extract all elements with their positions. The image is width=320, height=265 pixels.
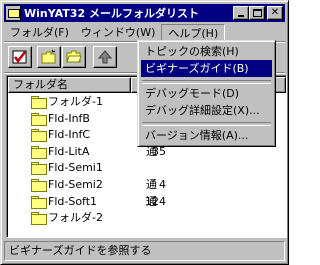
menu-bar: フォルダ(F) ウィンドウ(W) ヘルプ(H) <box>4 23 285 41</box>
new-folder-button[interactable] <box>37 46 61 68</box>
menu-item-debug-mode[interactable]: デバッグモード(D) <box>141 85 272 102</box>
maximize-icon <box>253 9 262 17</box>
folder-icon <box>31 96 47 109</box>
close-button[interactable]: ✕ <box>267 6 283 20</box>
folder-icon <box>31 162 47 176</box>
folder-icon <box>31 112 47 126</box>
folder-name: フォルダ-2 <box>48 211 103 225</box>
close-icon: ✕ <box>270 7 280 18</box>
folder-icon <box>31 145 47 159</box>
menu-help[interactable]: ヘルプ(H) <box>161 23 226 41</box>
message-unit: 通 <box>146 194 157 208</box>
check-button[interactable] <box>8 46 32 68</box>
check-mark-icon <box>12 50 27 64</box>
up-button[interactable] <box>93 46 117 68</box>
folder-name: Fld-LitA <box>48 144 90 158</box>
list-item[interactable]: Fld-Soft1 124 通 <box>8 193 286 210</box>
list-item[interactable]: Fld-Semi1 <box>8 159 286 176</box>
folder-name: Fld-InfC <box>48 128 91 142</box>
menu-window[interactable]: ウィンドウ(W) <box>75 24 161 41</box>
folder-icon <box>31 195 47 209</box>
folder-icon <box>31 178 47 192</box>
menu-item-version-info[interactable]: バージョン情報(A)... <box>141 127 272 144</box>
column-header-name[interactable]: フォルダ名 <box>8 77 131 93</box>
arrow-up-icon <box>97 50 113 64</box>
menu-separator <box>141 119 272 127</box>
folder-name: Fld-Semi2 <box>48 177 103 191</box>
message-unit: 通 <box>146 177 157 191</box>
menu-folder[interactable]: フォルダ(F) <box>4 24 75 41</box>
folder-name: Fld-Soft1 <box>48 194 98 208</box>
app-window: WinYAT32 メールフォルダリスト ✕ フォルダ(F) ウィンドウ(W) ヘ… <box>0 0 289 265</box>
help-menu-dropdown: トピックの検索(H) ビギナーズガイド(B) デバッグモード(D) デバッグ詳細… <box>137 40 276 147</box>
app-icon[interactable] <box>5 5 21 21</box>
maximize-button[interactable] <box>249 6 265 20</box>
folder-icon <box>31 212 47 226</box>
message-count: 4 <box>159 177 166 191</box>
folder-name: フォルダ-1 <box>48 95 103 108</box>
open-folder-icon <box>66 50 82 63</box>
folder-icon <box>31 129 47 143</box>
menu-separator <box>141 77 272 85</box>
new-folder-icon <box>41 49 56 64</box>
open-folder-button[interactable] <box>62 46 86 68</box>
minimize-button[interactable] <box>233 6 249 20</box>
menu-item-debug-settings[interactable]: デバッグ詳細設定(X)... <box>141 102 272 119</box>
folder-name: Fld-Semi1 <box>48 161 103 175</box>
title-bar[interactable]: WinYAT32 メールフォルダリスト ✕ <box>4 4 285 22</box>
folder-name: Fld-InfB <box>48 111 90 125</box>
list-item[interactable]: フォルダ-2 <box>8 209 286 226</box>
menu-item-beginners-guide[interactable]: ビギナーズガイド(B) <box>141 60 272 77</box>
menu-item-search-topics[interactable]: トピックの検索(H) <box>141 43 272 60</box>
minimize-icon <box>238 15 244 17</box>
list-item[interactable]: Fld-Semi2 4 通 <box>8 176 286 193</box>
window-title: WinYAT32 メールフォルダリスト <box>24 7 199 20</box>
status-bar: ビギナーズガイドを参照する <box>4 241 285 261</box>
